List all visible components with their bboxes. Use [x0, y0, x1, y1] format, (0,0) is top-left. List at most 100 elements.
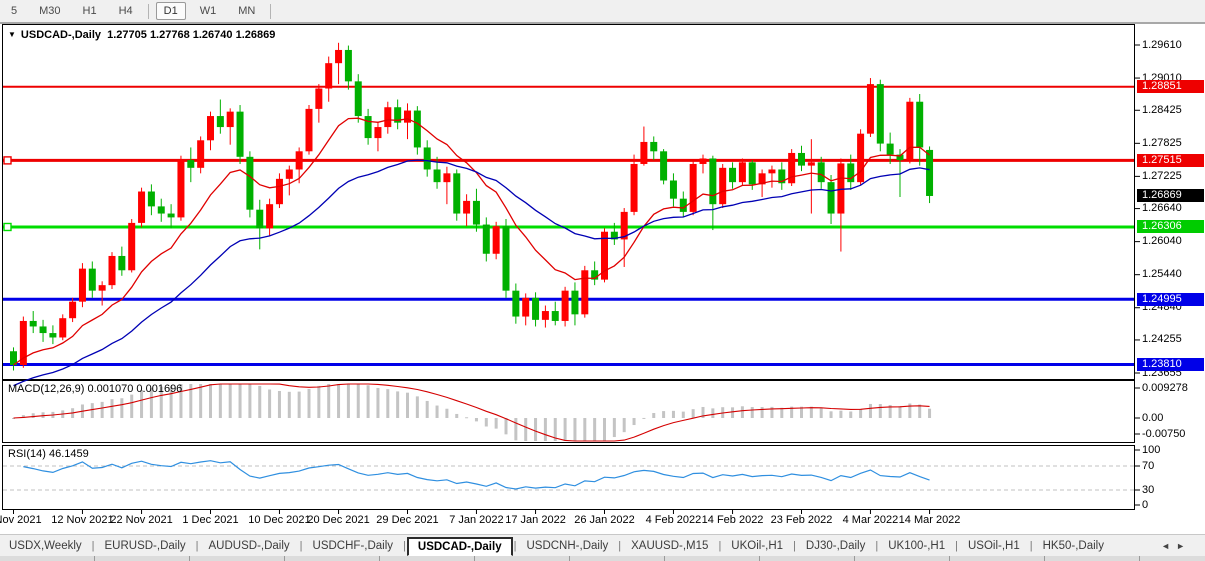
timeframe-button-w1[interactable]: W1 — [192, 2, 225, 20]
tab-eurusd-daily[interactable]: EURUSD-,Daily — [96, 537, 195, 555]
macd-histogram-bar — [396, 391, 399, 418]
candle — [197, 136, 204, 173]
price-badge: 1.24995 — [1137, 293, 1204, 306]
macd-histogram-bar — [613, 418, 616, 437]
macd-histogram-bar — [820, 408, 823, 418]
macd-histogram-bar — [810, 407, 813, 418]
price-badge: 1.26869 — [1137, 189, 1204, 202]
macd-name: MACD(12,26,9) — [8, 383, 84, 395]
macd-histogram-bar — [209, 384, 212, 418]
macd-histogram-bar — [761, 407, 764, 418]
macd-histogram-bar — [544, 418, 547, 441]
macd-histogram-bar — [426, 401, 429, 418]
timeframe-button-h4[interactable]: H4 — [111, 2, 141, 20]
macd-histogram-bar — [475, 418, 478, 421]
rsi-name: RSI(14) — [8, 448, 46, 460]
macd-histogram-bar — [229, 384, 232, 418]
chart-canvas[interactable] — [0, 0, 1205, 561]
candle — [128, 219, 135, 272]
macd-axis-label: 0.00 — [1142, 412, 1163, 424]
macd-histogram-bar — [248, 384, 251, 418]
macd-histogram-bar — [337, 384, 340, 418]
timeframe-button-m30[interactable]: M30 — [31, 2, 68, 20]
tab-hk50-daily[interactable]: HK50-,Daily — [1034, 537, 1113, 555]
macd-histogram-bar — [869, 404, 872, 418]
tab-usdcad-daily[interactable]: USDCAD-,Daily — [407, 537, 513, 556]
macd-histogram-bar — [505, 418, 508, 434]
macd-histogram-bar — [219, 384, 222, 418]
tab-usoil-h1[interactable]: USOil-,H1 — [959, 537, 1029, 555]
toolbar-separator — [148, 4, 149, 19]
timeframe-button-h1[interactable]: H1 — [75, 2, 105, 20]
y-axis-tick-label: 1.26640 — [1142, 202, 1182, 214]
candle — [906, 98, 913, 164]
macd-histogram-bar — [583, 418, 586, 441]
tab-dj30-daily[interactable]: DJ30-,Daily — [797, 537, 874, 555]
candle — [788, 149, 795, 186]
macd-histogram-bar — [672, 411, 675, 418]
y-axis-tick-label: 1.29610 — [1142, 39, 1182, 51]
y-axis-tick-label: 1.27225 — [1142, 170, 1182, 182]
macd-histogram-bar — [514, 418, 517, 440]
candle — [59, 314, 66, 340]
price-badge: 1.23810 — [1137, 358, 1204, 371]
candle — [246, 151, 253, 217]
chart-collapse-icon[interactable]: ▼ — [8, 30, 16, 39]
macd-histogram-bar — [308, 389, 311, 418]
tab-usdchf-daily[interactable]: USDCHF-,Daily — [304, 537, 403, 555]
candle — [453, 169, 460, 220]
toolbar-separator — [270, 4, 271, 19]
candle — [306, 105, 313, 155]
price-badge: 1.26306 — [1137, 220, 1204, 233]
candle — [690, 160, 697, 215]
macd-histogram-bar — [495, 418, 498, 429]
tab-scroll-right-icon[interactable]: ► — [1176, 541, 1191, 551]
rsi-pane[interactable] — [3, 446, 1135, 510]
rsi-axis-label: 30 — [1142, 484, 1154, 496]
macd-histogram-bar — [928, 409, 931, 418]
tab-scroll-left-icon[interactable]: ◄ — [1161, 541, 1176, 551]
y-axis-tick-label: 1.26040 — [1142, 235, 1182, 247]
macd-histogram-bar — [573, 418, 576, 441]
macd-histogram-bar — [258, 386, 261, 418]
timeframe-button-d1[interactable]: D1 — [156, 2, 186, 20]
tab-audusd-daily[interactable]: AUDUSD-,Daily — [200, 537, 299, 555]
macd-histogram-bar — [899, 406, 902, 418]
tab-usdx-weekly[interactable]: USDX,Weekly — [0, 537, 91, 555]
macd-histogram-bar — [298, 392, 301, 418]
tab-usdcnh-daily[interactable]: USDCNH-,Daily — [517, 537, 617, 555]
macd-histogram-bar — [367, 385, 370, 418]
tab-xauusd-m15[interactable]: XAUUSD-,M15 — [622, 537, 717, 555]
price-line-handle[interactable] — [4, 157, 11, 164]
tab-ukoil-h1[interactable]: UKOil-,H1 — [722, 537, 792, 555]
candle — [601, 228, 608, 282]
macd-histogram-bar — [642, 418, 645, 419]
chart-ohlc-values: 1.27705 1.27768 1.26740 1.26869 — [107, 29, 275, 41]
tab-uk100-h1[interactable]: UK100-,H1 — [879, 537, 954, 555]
macd-histogram-bar — [436, 406, 439, 418]
macd-axis-label: 0.009278 — [1142, 382, 1188, 394]
macd-histogram-bar — [839, 411, 842, 418]
price-line-handle[interactable] — [4, 223, 11, 230]
chart-title: ▼USDCAD-,Daily 1.27705 1.27768 1.26740 1… — [8, 29, 275, 41]
tabbar-scroll-strip[interactable] — [0, 556, 1205, 561]
timeframe-button-mn[interactable]: MN — [230, 2, 263, 20]
macd-histogram-bar — [485, 418, 488, 427]
macd-histogram-bar — [918, 405, 921, 418]
candle — [355, 74, 362, 122]
macd-histogram-bar — [711, 408, 714, 418]
y-axis-tick-label: 1.25440 — [1142, 268, 1182, 280]
macd-histogram-bar — [239, 384, 242, 418]
rsi-indicator-label: RSI(14) 46.1459 — [8, 448, 89, 460]
macd-axis-label: -0.00750 — [1142, 428, 1185, 440]
candle — [857, 129, 864, 185]
timeframe-button-5[interactable]: 5 — [3, 2, 25, 20]
macd-histogram-bar — [593, 418, 596, 441]
macd-histogram-bar — [347, 384, 350, 418]
candle — [739, 158, 746, 186]
candle — [109, 252, 116, 289]
main-price-pane[interactable] — [3, 25, 1135, 380]
macd-histogram-bar — [623, 418, 626, 432]
macd-histogram-bar — [455, 414, 458, 418]
tab-scroll-arrows: ◄► — [1161, 541, 1191, 551]
